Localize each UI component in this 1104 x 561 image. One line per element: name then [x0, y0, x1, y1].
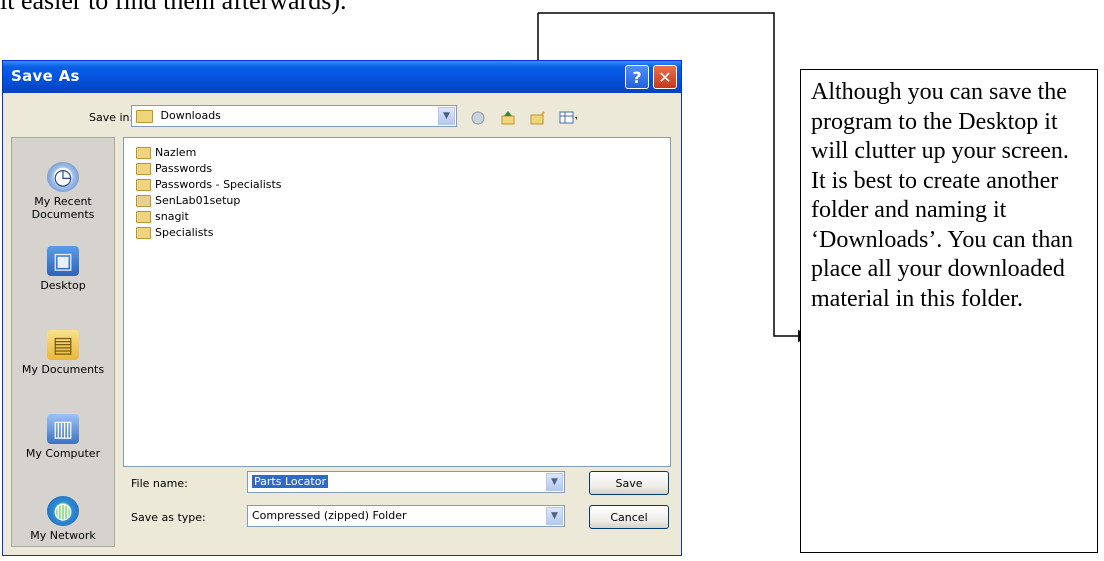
save-as-type-dropdown[interactable]: Compressed (zipped) Folder ▼	[247, 505, 565, 527]
folder-icon	[136, 179, 151, 191]
place-my-documents[interactable]: ▤ My Documents	[12, 330, 114, 376]
chevron-down-icon[interactable]: ▼	[546, 507, 563, 525]
my-computer-icon: ▥	[47, 414, 79, 444]
save-as-type-label: Save as type:	[131, 511, 206, 524]
place-label: Desktop	[40, 279, 86, 292]
zip-folder-icon	[136, 195, 151, 207]
back-icon[interactable]	[469, 109, 487, 127]
chevron-down-icon[interactable]: ▼	[546, 473, 563, 491]
cancel-button[interactable]: Cancel	[589, 505, 669, 529]
file-list[interactable]: Nazlem Passwords Passwords - Specialists…	[123, 137, 671, 467]
list-item[interactable]: Specialists	[136, 226, 213, 242]
help-button[interactable]: ?	[625, 65, 649, 89]
place-label: My Network	[30, 529, 96, 542]
folder-icon	[136, 163, 151, 175]
folder-icon	[136, 147, 151, 159]
place-desktop[interactable]: ▣ Desktop	[12, 246, 114, 292]
place-recent-documents[interactable]: ◷ My Recent Documents	[12, 162, 114, 221]
save-in-label: Save in:	[89, 111, 134, 124]
place-label: My Recent Documents	[31, 195, 95, 221]
list-item[interactable]: Nazlem	[136, 146, 196, 162]
save-in-dropdown[interactable]: Downloads ▼	[131, 105, 457, 127]
list-item[interactable]: snagit	[136, 210, 189, 226]
file-name-label: File name:	[131, 477, 188, 490]
list-item[interactable]: SenLab01setup	[136, 194, 240, 210]
title-bar[interactable]: Save As ? ✕	[3, 61, 681, 93]
place-label: My Documents	[21, 363, 105, 376]
place-label: My Computer	[25, 447, 101, 460]
list-item[interactable]: Passwords	[136, 162, 212, 178]
close-button[interactable]: ✕	[653, 65, 677, 89]
save-in-row: Save in: Downloads ▼	[3, 103, 681, 133]
list-item[interactable]: Passwords - Specialists	[136, 178, 282, 194]
annotation-text: Although you can save the program to the…	[811, 79, 1073, 312]
folder-icon	[136, 109, 153, 123]
folder-icon	[136, 211, 151, 223]
dialog-title: Save As	[11, 67, 80, 85]
place-my-network[interactable]: ◍ My Network	[12, 496, 114, 542]
folder-icon	[136, 227, 151, 239]
recent-documents-icon: ◷	[47, 162, 79, 192]
my-network-icon: ◍	[47, 496, 79, 526]
save-as-type-value: Compressed (zipped) Folder	[252, 509, 407, 522]
views-menu-icon[interactable]	[559, 109, 577, 127]
new-folder-icon[interactable]	[529, 109, 547, 127]
file-name-value: Parts Locator	[252, 475, 328, 488]
file-name-field[interactable]: Parts Locator ▼	[247, 471, 565, 493]
save-button[interactable]: Save	[589, 471, 669, 495]
up-folder-icon[interactable]	[499, 109, 517, 127]
save-in-value: Downloads	[160, 109, 221, 122]
annotation-box: Although you can save the program to the…	[800, 69, 1098, 553]
desktop-icon: ▣	[47, 246, 79, 276]
place-my-computer[interactable]: ▥ My Computer	[12, 414, 114, 460]
chevron-down-icon[interactable]: ▼	[438, 107, 455, 125]
save-as-dialog: Save As ? ✕ Save in: Downloads ▼ ◷ My Re…	[2, 60, 682, 556]
places-bar: ◷ My Recent Documents ▣ Desktop ▤ My Doc…	[11, 137, 115, 547]
my-documents-icon: ▤	[47, 330, 79, 360]
